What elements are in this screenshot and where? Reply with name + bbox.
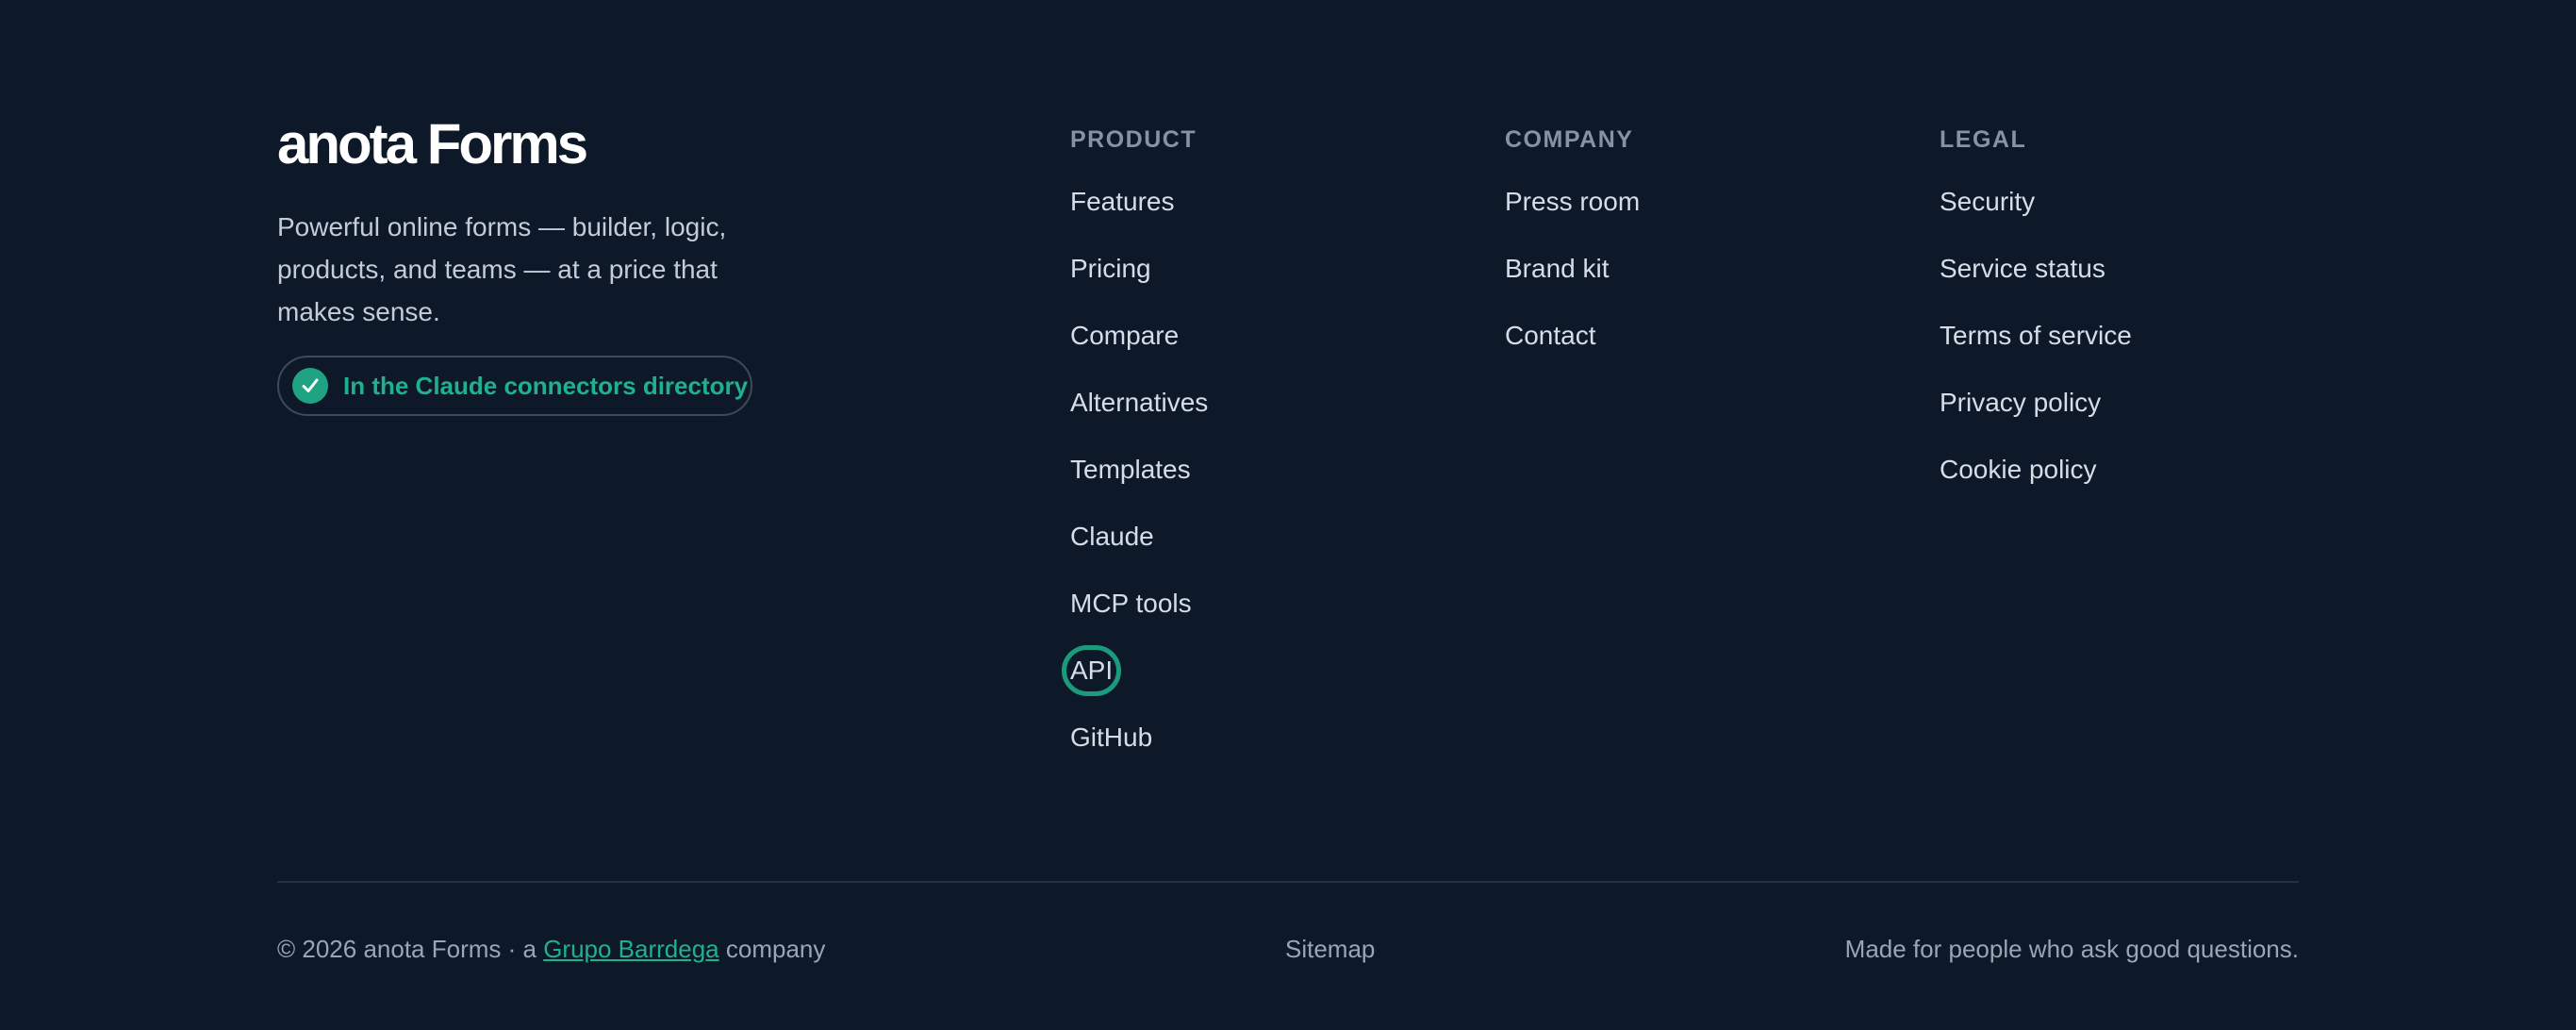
site-footer: anota Forms Powerful online forms — buil… (0, 0, 2576, 1030)
footer-link-alternatives[interactable]: Alternatives (1070, 386, 1208, 420)
footer-link-features[interactable]: Features (1070, 185, 1175, 219)
brand-tagline: Powerful online forms — builder, logic, … (277, 212, 727, 326)
footer-link-terms-of-service[interactable]: Terms of service (1940, 319, 2132, 353)
company-links: Press room Brand kit Contact (1505, 185, 1640, 386)
footer-link-mcp-tools[interactable]: MCP tools (1070, 587, 1192, 621)
footer-link-templates[interactable]: Templates (1070, 453, 1191, 487)
footer-motto: Made for people who ask good questions. (1844, 935, 2299, 963)
footer-link-cookie-policy[interactable]: Cookie policy (1940, 453, 2097, 487)
sitemap-link[interactable]: Sitemap (1285, 930, 1375, 968)
footer-link-service-status[interactable]: Service status (1940, 252, 2105, 286)
legal-column: LEGAL Security Service status Terms of s… (1940, 123, 2132, 520)
footer-link-github[interactable]: GitHub (1070, 721, 1152, 755)
product-column: PRODUCT Features Pricing Compare Alterna… (1061, 123, 1208, 788)
footer-divider (277, 881, 2299, 883)
footer-link-compare[interactable]: Compare (1070, 319, 1179, 353)
checkmark-icon (292, 368, 328, 404)
footer-link-contact[interactable]: Contact (1505, 319, 1596, 353)
footer-link-press-room[interactable]: Press room (1505, 185, 1640, 219)
company-column: COMPANY Press room Brand kit Contact (1505, 123, 1640, 386)
footer-bottom-bar: © 2026 anota Forms · a Grupo Barrdega co… (277, 930, 2299, 968)
legal-heading: LEGAL (1940, 126, 2027, 153)
badge-label: In the Claude connectors directory (343, 371, 749, 400)
footer-link-security[interactable]: Security (1940, 185, 2035, 219)
footer-link-api[interactable]: API (1061, 645, 1122, 696)
footer-link-claude[interactable]: Claude (1070, 520, 1154, 554)
brand-column: anota Forms Powerful online forms — buil… (277, 111, 805, 416)
footer-link-brand-kit[interactable]: Brand kit (1505, 252, 1610, 286)
copyright-text: © 2026 anota Forms · a Grupo Barrdega co… (277, 930, 825, 968)
footer-link-privacy-policy[interactable]: Privacy policy (1940, 386, 2101, 420)
brand-logo[interactable]: anota Forms (277, 111, 805, 177)
footer-link-pricing[interactable]: Pricing (1070, 252, 1151, 286)
company-heading: COMPANY (1505, 126, 1634, 153)
company-link[interactable]: Grupo Barrdega (543, 935, 718, 963)
copyright-suffix: company (718, 935, 826, 963)
product-links: Features Pricing Compare Alternatives Te… (1061, 185, 1208, 788)
product-heading: PRODUCT (1070, 126, 1197, 153)
copyright-prefix: © 2026 anota Forms · a (277, 935, 544, 963)
claude-directory-badge[interactable]: In the Claude connectors directory (277, 356, 752, 416)
legal-links: Security Service status Terms of service… (1940, 185, 2132, 520)
